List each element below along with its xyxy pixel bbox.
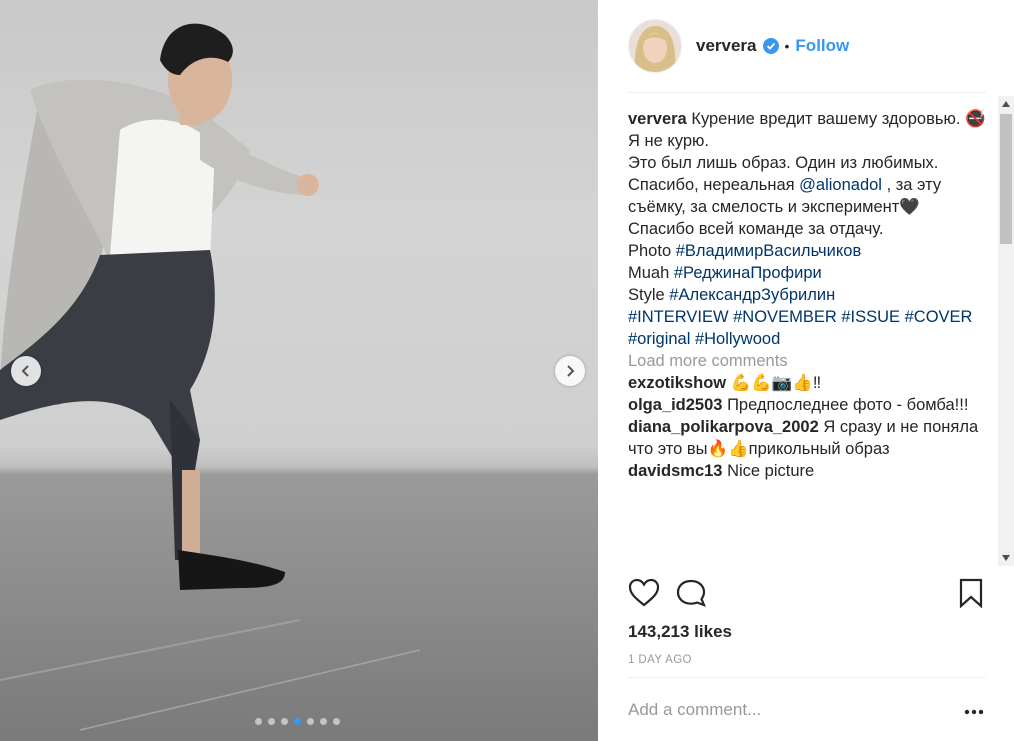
comment-item: olga_id2503 Предпоследнее фото - бомба!!… [628, 394, 988, 416]
avatar-photo [629, 20, 681, 72]
carousel-dot [294, 718, 301, 725]
post-image [0, 0, 598, 741]
caption-text: Это был лишь образ. Один из любимых. [628, 154, 939, 172]
post-sidebar: ververa • Follow ververa Курение вредит … [598, 0, 1014, 741]
comment-text: Предпоследнее фото - бомба!!! [727, 396, 969, 414]
caption-username[interactable]: ververa [628, 110, 687, 128]
caption: ververa Курение вредит вашему здоровью. … [628, 108, 988, 350]
caption-text: Photo [628, 242, 672, 260]
comment-item: exzotikshow 💪💪📷👍‼ [628, 372, 988, 394]
scroll-up-arrow-icon[interactable] [998, 96, 1014, 112]
post-header: ververa • Follow [628, 18, 986, 74]
carousel-dot [307, 718, 314, 725]
mention-link[interactable]: @alionadol [799, 176, 882, 194]
carousel-dot [255, 718, 262, 725]
carousel-indicator [255, 718, 340, 725]
comment-text: Nice picture [727, 462, 815, 480]
header-username[interactable]: ververa [696, 36, 757, 56]
divider [628, 92, 986, 93]
like-heart-icon[interactable] [628, 578, 660, 613]
caption-text: Спасибо, нереальная [628, 176, 795, 194]
caption-text: Style [628, 286, 665, 304]
action-bar [628, 578, 986, 612]
hashtag-link[interactable]: #АлександрЗубрилин [669, 286, 835, 304]
hashtag-link[interactable]: #INTERVIEW #NOVEMBER #ISSUE #COVER [628, 308, 972, 326]
verified-badge-icon [762, 38, 779, 54]
caption-text: Курение вредит вашему здоровью. [691, 110, 961, 128]
carousel-dot [281, 718, 288, 725]
chevron-right-icon [567, 365, 575, 377]
next-image-button[interactable] [555, 356, 585, 386]
comments-list: ververa Курение вредит вашему здоровью. … [628, 108, 988, 568]
hashtag-link[interactable]: #ВладимирВасильчиков [676, 242, 862, 260]
no-smoking-emoji: 🚭 [965, 110, 986, 128]
comment-username[interactable]: exzotikshow [628, 374, 726, 392]
scrollbar-thumb[interactable] [1000, 114, 1012, 244]
caption-text: Muah [628, 264, 670, 282]
follow-button[interactable]: Follow [795, 36, 849, 56]
hashtag-link[interactable]: #original #Hollywood [628, 330, 780, 348]
comment-item: davidsmc13 Nice picture [628, 460, 988, 482]
hashtag-link[interactable]: #РеджинаПрофири [674, 264, 822, 282]
more-options-icon[interactable] [964, 702, 984, 720]
scroll-down-arrow-icon[interactable] [998, 550, 1014, 566]
previous-image-button[interactable] [11, 356, 41, 386]
comment-username[interactable]: olga_id2503 [628, 396, 722, 414]
separator-bullet: • [784, 38, 790, 54]
likes-count[interactable]: 143,213 likes [628, 622, 732, 642]
add-comment-input[interactable] [628, 700, 928, 720]
post-timestamp[interactable]: 1 DAY AGO [628, 654, 692, 666]
comments-scrollbar[interactable] [998, 96, 1014, 566]
comment-item: diana_polikarpova_2002 Я сразу и не поня… [628, 416, 988, 460]
photo-running-person [0, 23, 421, 731]
comment-text: 💪💪📷👍‼ [730, 374, 822, 392]
divider [628, 677, 986, 678]
comment-username[interactable]: diana_polikarpova_2002 [628, 418, 819, 436]
carousel-dot [333, 718, 340, 725]
carousel-dot [320, 718, 327, 725]
load-more-comments-link[interactable]: Load more comments [628, 350, 988, 372]
caption-text: Я не курю. [628, 132, 709, 150]
caption-text: Спасибо всей команде за отдачу. [628, 220, 884, 238]
comment-bubble-icon[interactable] [676, 578, 708, 613]
avatar[interactable] [628, 19, 682, 73]
chevron-left-icon [21, 365, 29, 377]
comment-username[interactable]: davidsmc13 [628, 462, 722, 480]
save-bookmark-icon[interactable] [958, 578, 984, 613]
carousel-dot [268, 718, 275, 725]
